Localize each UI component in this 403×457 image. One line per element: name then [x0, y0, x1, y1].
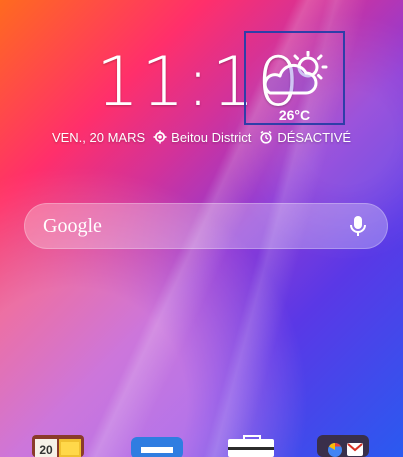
status-row: VEN., 20 MARS Beitou District DÉSACTIVÉ — [0, 127, 403, 147]
play-store-icon[interactable] — [226, 435, 278, 457]
alarm-segment[interactable]: DÉSACTIVÉ — [259, 130, 351, 145]
weather-temperature: 26°C — [278, 107, 311, 123]
clock-time[interactable]: 11:10 — [96, 44, 300, 122]
microphone-icon[interactable] — [346, 214, 370, 238]
google-search-bar[interactable]: Google — [24, 203, 388, 249]
location-text: Beitou District — [171, 129, 252, 145]
apps-folder-icon[interactable] — [317, 435, 369, 457]
google-search-label: Google — [43, 215, 102, 237]
date-segment: VEN., 20 MARS — [52, 130, 145, 145]
mail-icon[interactable] — [131, 435, 183, 457]
weather-widget[interactable]: 26°C — [244, 31, 345, 125]
partly-cloudy-icon — [263, 51, 328, 95]
calendar-icon[interactable]: 20 — [32, 435, 84, 457]
date-text: VEN., 20 MARS — [51, 129, 146, 145]
alarm-clock-icon — [260, 130, 272, 144]
calendar-day-text: 20 — [39, 443, 53, 457]
location-segment[interactable]: Beitou District — [153, 130, 251, 145]
alarm-text: DÉSACTIVÉ — [277, 129, 352, 145]
location-target-icon — [153, 130, 167, 144]
